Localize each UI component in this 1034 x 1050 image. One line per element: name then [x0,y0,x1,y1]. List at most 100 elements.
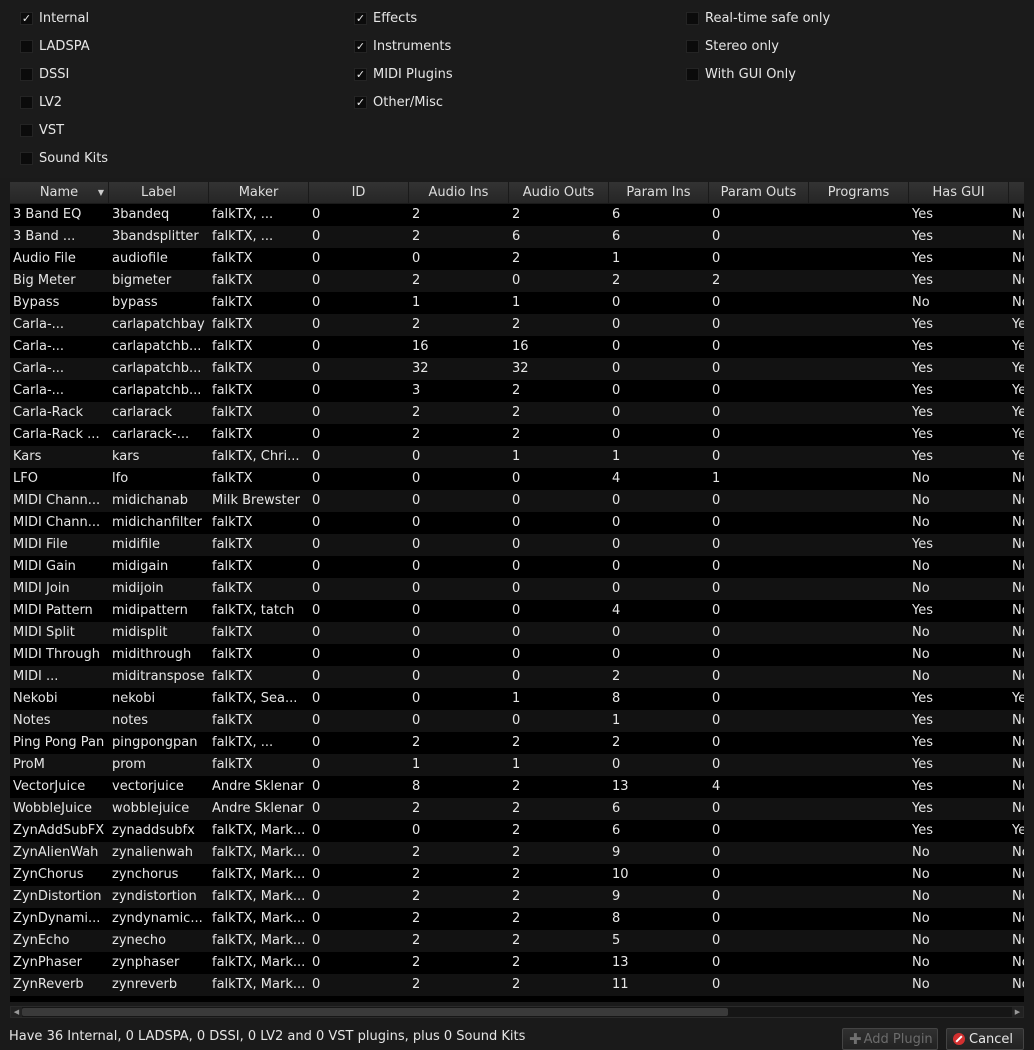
scroll-right-icon[interactable]: ▶ [1012,1007,1023,1017]
table-row[interactable]: MIDI Chann... midichanab Milk Brewster 0 0 0 0… [10,490,1024,512]
filter-checkbox[interactable]: LV2 [20,88,108,116]
checkbox-unchecked-icon[interactable] [686,67,699,81]
table-cell: MIDI File [13,537,68,552]
table-row[interactable]: Nekobi nekobi falkTX, Sea... 0 0 1 8 0 Yes Yes [10,688,1024,710]
table-row[interactable]: Bypass bypass falkTX 0 1 1 0 0 No No [10,292,1024,314]
table-cell: 2 [412,911,421,926]
filter-checkbox[interactable]: ✓ Other/Misc [354,88,453,116]
table-row[interactable]: ZynAddSubFX zynaddsubfx falkTX, Mark... 0 0 2… [10,820,1024,842]
column-header[interactable]: Param Ins [609,182,709,204]
table-row[interactable]: VectorJuice vectorjuice Andre Sklenar 0 8 2 13… [10,776,1024,798]
scrollbar-thumb[interactable] [22,1008,728,1016]
table-cell [809,688,909,710]
checkbox-unchecked-icon[interactable] [686,11,699,25]
filter-checkbox[interactable]: ✓ Effects [354,4,453,32]
table-row[interactable]: ZynEcho zynecho falkTX, Mark... 0 2 2 5 0 No No [10,930,1024,952]
add-plugin-button[interactable]: ✚ Add Plugin [842,1028,938,1050]
table-cell: vectorjuice [112,779,184,794]
checkbox-unchecked-icon[interactable] [20,39,33,53]
column-header[interactable]: Programs [809,182,909,204]
table-row[interactable]: MIDI File midifile falkTX 0 0 0 0 0 Yes No [10,534,1024,556]
column-header[interactable]: Label [109,182,209,204]
table-row[interactable]: Carla-... carlapatchb... falkTX 0 32 32 0 0 Yes Y… [10,358,1024,380]
table-row[interactable]: Carla-... carlapatchb... falkTX 0 16 16 0 0 Yes Y… [10,336,1024,358]
table-row[interactable]: MIDI Gain midigain falkTX 0 0 0 0 0 No No [10,556,1024,578]
table-row[interactable]: 3 Band EQ 3bandeq falkTX, ... 0 2 2 6 0 Yes No [10,204,1024,226]
table-row[interactable]: Notes notes falkTX 0 0 0 1 0 Yes No [10,710,1024,732]
column-header[interactable]: Audio Ins [409,182,509,204]
table-cell: carlapatchbay [112,317,205,332]
table-row[interactable]: Carla-... carlapatchb... falkTX 0 3 2 0 0 Yes Yes [10,380,1024,402]
table-row[interactable]: Carla-Rack ... carlarack-... falkTX 0 2 2 0 0 Ye… [10,424,1024,446]
column-header[interactable]: Maker [209,182,309,204]
table-row[interactable]: ZynReverb zynreverb falkTX, Mark... 0 2 2 11 0 N… [10,974,1024,996]
checkbox-checked-icon[interactable]: ✓ [354,95,367,109]
filter-checkbox[interactable]: Stereo only [686,32,830,60]
checkbox-checked-icon[interactable]: ✓ [354,11,367,25]
table-cell: 0 [512,537,521,552]
table-row[interactable]: Kars kars falkTX, Chri... 0 0 1 1 0 Yes Yes [10,446,1024,468]
table-cell [809,644,909,666]
table-row[interactable]: LFO lfo falkTX 0 0 0 4 1 No No [10,468,1024,490]
table-cell: 0 [612,339,621,354]
table-cell: 2 [512,823,521,838]
filter-checkbox[interactable]: ✓ Instruments [354,32,453,60]
table-row[interactable]: MIDI Join midijoin falkTX 0 0 0 0 0 No No [10,578,1024,600]
column-header-label: ID [351,185,366,200]
table-row[interactable]: MIDI ... miditranspose falkTX 0 0 0 2 0 No No [10,666,1024,688]
checkbox-checked-icon[interactable]: ✓ [20,11,33,25]
filter-checkbox[interactable]: LADSPA [20,32,108,60]
checkbox-unchecked-icon[interactable] [20,151,33,165]
scroll-left-icon[interactable]: ◀ [11,1007,22,1017]
table-row[interactable]: ZynAlienWah zynalienwah falkTX, Mark... 0 2 2… [10,842,1024,864]
filter-checkbox[interactable]: Sound Kits [20,144,108,172]
table-cell: carlarack [112,405,173,420]
table-cell: No [912,977,930,992]
table-cell: midijoin [112,581,164,596]
table-row[interactable]: ZynDynami... zyndynamic... falkTX, Mark...… [10,908,1024,930]
table-row[interactable]: Big Meter bigmeter falkTX 0 2 0 2 2 Yes No [10,270,1024,292]
table-cell: falkTX [212,405,253,420]
horizontal-scrollbar[interactable]: ◀ ▶ [10,1006,1024,1018]
table-cell: No [1012,955,1024,970]
column-header[interactable]: ID [309,182,409,204]
table-cell: falkTX [212,295,253,310]
checkbox-checked-icon[interactable]: ✓ [354,39,367,53]
table-cell: Ping Pong Pan [13,735,105,750]
table-row[interactable]: ProM prom falkTX 0 1 1 0 0 Yes No [10,754,1024,776]
column-header[interactable] [1009,182,1024,204]
table-row[interactable]: WobbleJuice wobblejuice Andre Sklenar 0 2 2 6 0… [10,798,1024,820]
filter-checkbox[interactable]: DSSI [20,60,108,88]
checkbox-checked-icon[interactable]: ✓ [354,67,367,81]
table-row[interactable]: ZynChorus zynchorus falkTX, Mark... 0 2 2 10 0 N… [10,864,1024,886]
table-cell: 2 [412,317,421,332]
table-row[interactable]: Carla-... carlapatchbay falkTX 0 2 2 0 0 Yes Yes [10,314,1024,336]
column-header[interactable]: Param Outs [709,182,809,204]
table-row[interactable]: MIDI Split midisplit falkTX 0 0 0 0 0 No No [10,622,1024,644]
table-cell: 0 [612,317,621,332]
table-row[interactable]: MIDI Chann... midichanfilter falkTX 0 0 0 0 0 No… [10,512,1024,534]
table-row[interactable]: Audio File audiofile falkTX 0 0 2 1 0 Yes No [10,248,1024,270]
filter-checkbox[interactable]: Real-time safe only [686,4,830,32]
filter-checkbox[interactable]: ✓ MIDI Plugins [354,60,453,88]
cancel-button[interactable]: Cancel [946,1028,1024,1050]
table-cell: Carla-... [13,339,65,354]
filter-checkbox[interactable]: With GUI Only [686,60,830,88]
checkbox-unchecked-icon[interactable] [686,39,699,53]
checkbox-unchecked-icon[interactable] [20,123,33,137]
table-row[interactable]: MIDI Pattern midipattern falkTX, tatch 0 0 0 4… [10,600,1024,622]
table-row[interactable]: Carla-Rack carlarack falkTX 0 2 2 0 0 Yes Yes [10,402,1024,424]
column-header[interactable]: Audio Outs [509,182,609,204]
table-row[interactable]: Ping Pong Pan pingpongpan falkTX, ... 0 2 2 2 0… [10,732,1024,754]
table-row[interactable]: ZynDistortion zyndistortion falkTX, Mark..… [10,886,1024,908]
table-row[interactable]: 3 Band ... 3bandsplitter falkTX, ... 0 2 6 6 0 Y… [10,226,1024,248]
checkbox-unchecked-icon[interactable] [20,67,33,81]
column-header-label: Name [39,185,79,200]
filter-checkbox[interactable]: ✓ Internal [20,4,108,32]
filter-checkbox[interactable]: VST [20,116,108,144]
table-row[interactable]: ZynPhaser zynphaser falkTX, Mark... 0 2 2 13 0 N… [10,952,1024,974]
table-row[interactable]: MIDI Through midithrough falkTX 0 0 0 0 0 No No [10,644,1024,666]
checkbox-unchecked-icon[interactable] [20,95,33,109]
column-header[interactable]: Name ▼ [10,182,109,204]
column-header[interactable]: Has GUI [909,182,1009,204]
